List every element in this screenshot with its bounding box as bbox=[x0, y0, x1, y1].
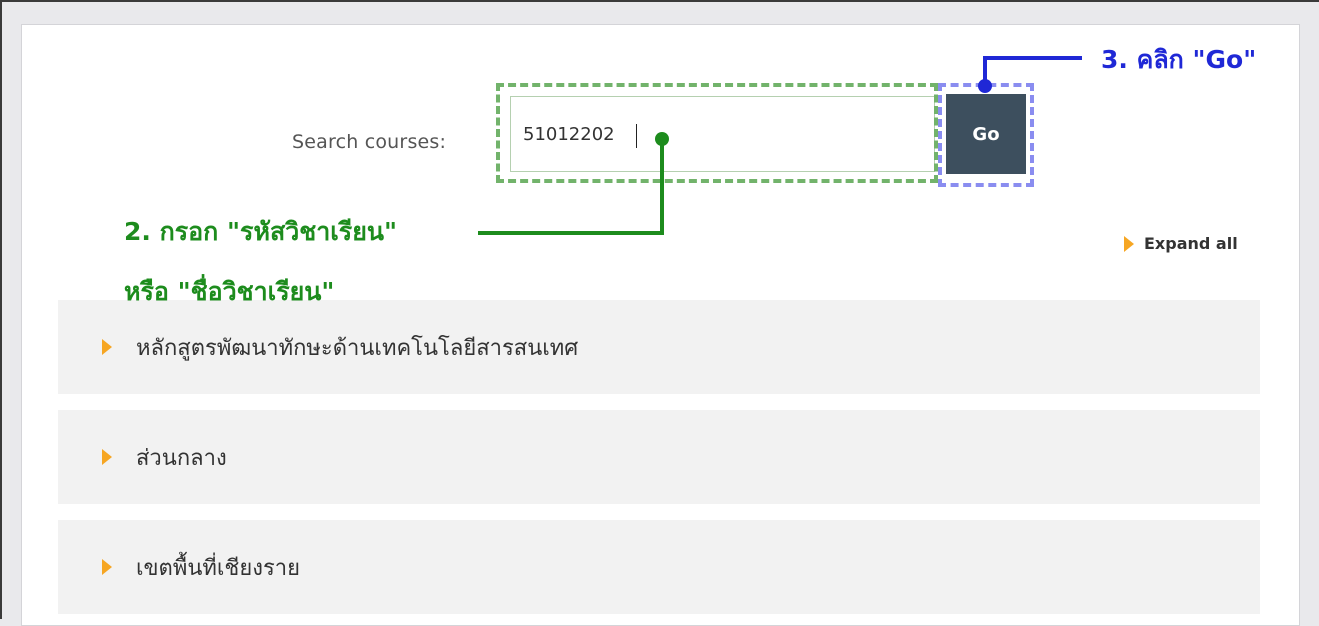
category-label: ส่วนกลาง bbox=[136, 445, 227, 471]
search-input[interactable] bbox=[510, 96, 935, 172]
expand-all-link[interactable]: Expand all bbox=[1124, 234, 1238, 253]
category-label: หลักสูตรพัฒนาทักษะด้านเทคโนโลยีสารสนเทศ bbox=[136, 335, 579, 361]
category-arrow-icon bbox=[102, 339, 112, 355]
expand-all-label: Expand all bbox=[1144, 234, 1238, 253]
search-courses-label: Search courses: bbox=[292, 131, 447, 153]
category-arrow-icon bbox=[102, 559, 112, 575]
go-button[interactable]: Go bbox=[946, 94, 1026, 174]
annotation-step2-line2: หรือ "ชื่อวิชาเรียน" bbox=[124, 277, 335, 306]
category-item[interactable]: ส่วนกลาง bbox=[58, 410, 1260, 504]
expand-arrow-icon bbox=[1124, 235, 1134, 252]
category-item[interactable]: เขตพื้นที่เชียงราย bbox=[58, 520, 1260, 614]
category-label: เขตพื้นที่เชียงราย bbox=[136, 555, 301, 581]
text-caret bbox=[636, 124, 637, 148]
annotation-step2-line1: 2. กรอก "รหัสวิชาเรียน" bbox=[124, 217, 397, 246]
category-item[interactable]: หลักสูตรพัฒนาทักษะด้านเทคโนโลยีสารสนเทศ bbox=[58, 300, 1260, 394]
category-arrow-icon bbox=[102, 449, 112, 465]
annotation-step3: 3. คลิก "Go" bbox=[1101, 45, 1257, 74]
